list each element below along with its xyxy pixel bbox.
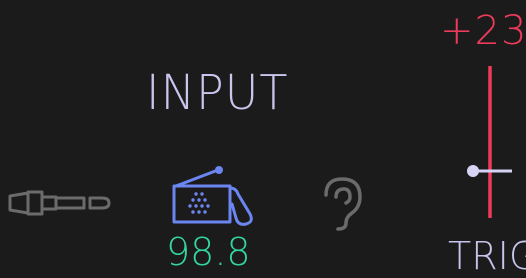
trigger-level-readout: +23 [440,8,526,54]
jack-plug-icon [8,190,111,216]
radio-icon [172,166,253,226]
source-mic[interactable] [320,175,368,235]
trigger-level-slider[interactable] [464,66,526,224]
input-title: INPUT [146,64,289,121]
source-line-in[interactable] [8,186,112,224]
trigger-label: TRIG [448,234,526,278]
source-radio[interactable] [170,164,256,230]
radio-frequency: 98.8 [166,230,251,274]
slider-handle[interactable] [467,165,479,177]
ear-icon [324,177,362,231]
slider-track [467,66,512,218]
